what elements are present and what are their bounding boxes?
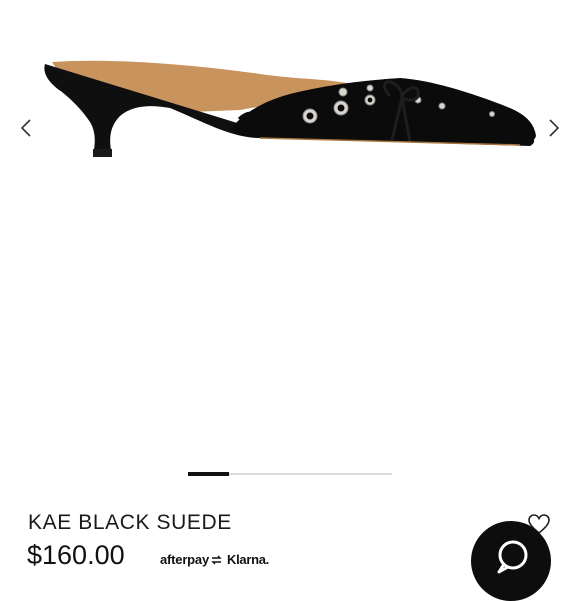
klarna-logo[interactable]: Klarna. bbox=[227, 552, 269, 567]
afterpay-logo[interactable]: afterpay bbox=[160, 552, 223, 567]
product-price: $160.00 bbox=[27, 540, 125, 570]
chat-bubble-icon bbox=[497, 540, 528, 574]
gallery-progress-bar bbox=[188, 472, 392, 476]
afterpay-label: afterpay bbox=[160, 552, 209, 567]
next-image-button[interactable] bbox=[544, 112, 564, 144]
afterpay-arrows-icon bbox=[211, 555, 222, 565]
chevron-left-icon bbox=[20, 119, 31, 137]
product-image-gallery[interactable] bbox=[0, 0, 580, 470]
progress-fill bbox=[188, 472, 229, 476]
chevron-right-icon bbox=[549, 119, 560, 137]
previous-image-button[interactable] bbox=[16, 112, 36, 144]
chat-button[interactable] bbox=[471, 521, 551, 601]
product-title: KAE BLACK SUEDE bbox=[28, 511, 232, 534]
product-image bbox=[44, 60, 536, 157]
